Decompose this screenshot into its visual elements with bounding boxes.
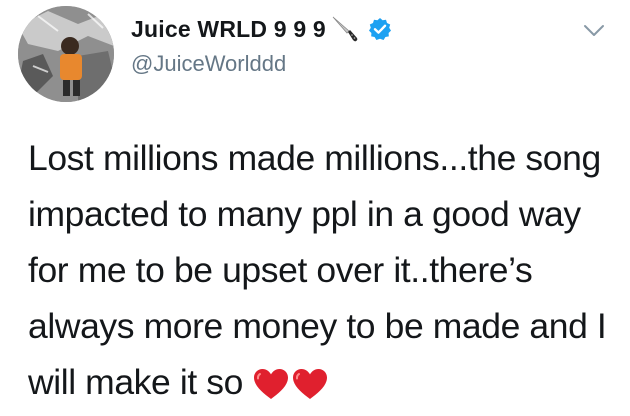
avatar-image: [18, 6, 114, 102]
verified-badge-icon: [368, 17, 392, 41]
avatar[interactable]: [18, 6, 114, 102]
display-name[interactable]: Juice WRLD 9 9 9: [131, 16, 326, 43]
author-name-row[interactable]: Juice WRLD 9 9 9: [131, 14, 392, 44]
red-heart-icon: [292, 369, 327, 399]
tweet-text-line: for me to be upset over it..there’s: [28, 250, 533, 290]
knife-icon: [330, 14, 360, 44]
tweet-text-line: Lost millions made millions...the song: [28, 138, 601, 178]
red-heart-icon: [253, 369, 288, 399]
tweet-text-line: will make it so: [28, 362, 243, 402]
heart-emoji-group: [253, 360, 331, 416]
chevron-down-icon[interactable]: [583, 24, 605, 38]
author-handle[interactable]: @JuiceWorlddd: [131, 51, 286, 77]
tweet-text-line-last: will make it so: [28, 354, 624, 410]
tweet-text-line: impacted to many ppl in a good way: [28, 194, 581, 234]
tweet-text: Lost millions made millions...the song i…: [28, 130, 624, 410]
tweet-text-line: always more money to be made and I: [28, 306, 607, 346]
